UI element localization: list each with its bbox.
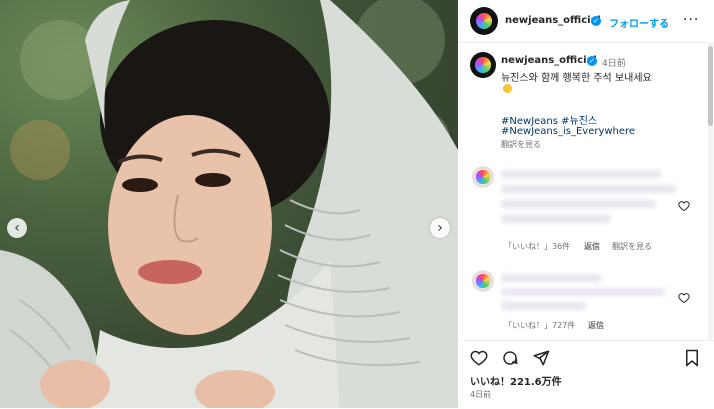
comment-1-avatar[interactable] [472, 166, 494, 188]
comment-2-likes[interactable]: 「いいね！」727件 [504, 320, 575, 331]
scrollbar-thumb[interactable] [708, 46, 713, 126]
caption-text: 뉴진스와 함께 행복한 주석 보내세요 [501, 73, 652, 84]
comment-1-like-heart-icon[interactable] [678, 200, 690, 212]
post-details-panel: newjeans_official ✓ フォローする ··· newjeans_… [458, 0, 714, 408]
follow-button[interactable]: フォローする [609, 15, 669, 30]
verified-icon: ✓ [591, 16, 601, 26]
caption-username[interactable]: newjeans_official [501, 55, 597, 66]
caption-verified-icon: ✓ [587, 56, 597, 66]
chevron-right-icon: › [437, 220, 443, 236]
comment-1-text-blurred-3 [501, 200, 656, 208]
comment-1-translate[interactable]: 翻訳を見る [612, 241, 652, 252]
likes-count[interactable]: いいね！221.6万件 [470, 373, 562, 388]
comment-2-avatar[interactable] [472, 270, 494, 292]
more-options-icon[interactable]: ··· [683, 12, 699, 28]
previous-photo-button[interactable]: ‹ [7, 218, 27, 238]
comment-1-text-blurred-2 [501, 185, 676, 193]
comments-scrollbar[interactable] [708, 42, 713, 340]
hashtags-line-1[interactable]: #NewJeans #뉴진스 [501, 112, 597, 127]
comment-2-text-blurred [501, 274, 601, 282]
emoji-icon [503, 84, 512, 93]
hashtags-line-2[interactable]: #NewJeans_is_Everywhere [501, 126, 635, 137]
next-photo-button[interactable]: › [430, 218, 450, 238]
comment-1-likes[interactable]: 「いいね！」36件 [504, 241, 570, 252]
post-date: 4日前 [470, 390, 492, 399]
comment-1-reply[interactable]: 返信 [584, 241, 600, 252]
caption-translate-link[interactable]: 翻訳を見る [501, 139, 541, 150]
share-icon[interactable] [532, 349, 550, 367]
bookmark-icon[interactable] [684, 349, 700, 367]
comment-2-text-blurred-2 [501, 288, 666, 296]
comment-1-text-blurred [501, 170, 661, 178]
like-heart-icon[interactable] [470, 349, 488, 367]
comment-1-text-blurred-4 [501, 215, 611, 223]
chevron-left-icon: ‹ [14, 220, 20, 236]
comment-2-like-heart-icon[interactable] [678, 292, 690, 304]
comment-2-reply[interactable]: 返信 [588, 320, 604, 331]
comment-2-text-blurred-3 [501, 302, 586, 310]
avatar[interactable] [470, 7, 498, 35]
comment-icon[interactable] [501, 349, 519, 367]
caption-avatar[interactable] [470, 52, 496, 78]
post-photo: ‹ › [0, 0, 458, 408]
caption-time: 4日前 [602, 59, 626, 69]
photo-illustration [0, 0, 458, 408]
author-username[interactable]: newjeans_official [505, 15, 601, 26]
post-header: newjeans_official ✓ フォローする ··· [458, 0, 714, 43]
